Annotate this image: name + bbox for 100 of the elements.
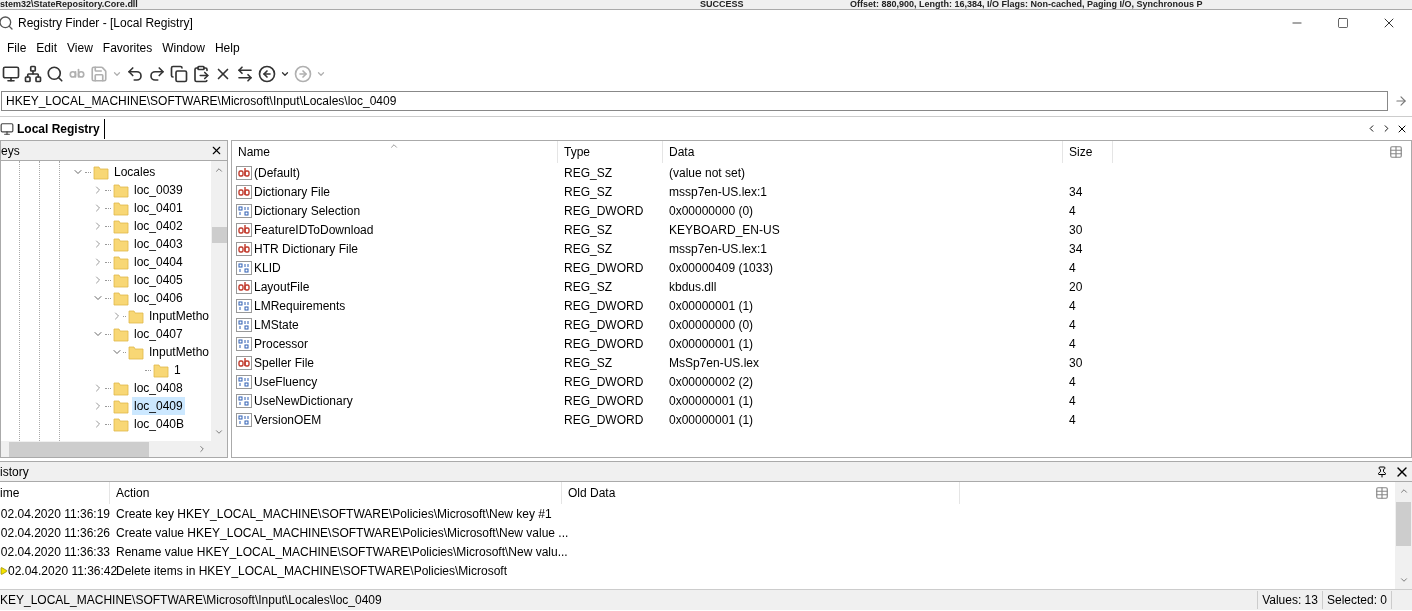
binary-value-icon <box>236 202 252 219</box>
column-header[interactable]: Data <box>663 141 1063 163</box>
column-header[interactable]: Type <box>558 141 663 163</box>
table-cell-text: 02.04.2020 11:36:33 <box>0 543 110 561</box>
table-cell-text: 02.04.2020 11:36:19 <box>0 505 110 523</box>
column-header[interactable]: Name <box>232 141 558 163</box>
menu-item[interactable]: File <box>2 39 32 57</box>
folder-icon <box>153 362 169 378</box>
dropdown-icon[interactable] <box>280 69 290 79</box>
table-cell-text: mssp7en-US.lex:1 <box>668 183 769 201</box>
computer-icon[interactable] <box>2 65 20 83</box>
tree-item[interactable]: loc_0406 <box>132 289 185 307</box>
tree-item[interactable]: loc_0408 <box>132 379 185 397</box>
scroll-thumb[interactable] <box>1396 502 1411 546</box>
copy-icon[interactable] <box>170 65 188 83</box>
table-cell-text: REG_DWORD <box>563 316 645 334</box>
tree-item[interactable]: loc_040B <box>132 415 187 433</box>
column-header[interactable]: Old Data <box>562 482 960 504</box>
tree-item[interactable]: loc_0403 <box>132 235 185 253</box>
table-cell-text: mssp7en-US.lex:1 <box>668 240 769 258</box>
back-icon[interactable] <box>258 65 276 83</box>
scroll-right-icon[interactable] <box>197 444 207 454</box>
go-icon[interactable] <box>1394 94 1408 108</box>
menu-item[interactable]: Help <box>209 39 245 57</box>
tree-item[interactable]: loc_0407 <box>132 325 185 343</box>
table-cell-text: REG_DWORD <box>563 259 645 277</box>
menu-item[interactable]: Favorites <box>97 39 158 57</box>
string-value-icon <box>236 354 252 371</box>
scroll-up-icon[interactable] <box>1398 486 1409 496</box>
columns-icon[interactable] <box>1375 486 1389 500</box>
value-name[interactable]: FeatureIDToDownload <box>254 220 374 239</box>
column-header[interactable]: Size <box>1063 141 1113 163</box>
table-cell-text: 4 <box>1068 335 1077 353</box>
value-name[interactable]: LMState <box>254 315 299 334</box>
menu-item[interactable]: Edit <box>31 39 63 57</box>
search-icon[interactable] <box>46 65 64 83</box>
binary-value-icon <box>236 335 252 352</box>
folder-icon <box>113 272 129 288</box>
scroll-up-icon[interactable] <box>214 165 224 175</box>
table-cell-text: 0x00000001 (1) <box>668 392 755 410</box>
value-name[interactable]: LayoutFile <box>254 277 310 296</box>
maximize-icon[interactable] <box>1337 17 1349 29</box>
close-icon[interactable] <box>210 144 223 157</box>
table-cell-text: kbdus.dll <box>668 278 718 296</box>
network-icon[interactable] <box>24 65 42 83</box>
tab[interactable]: Local Registry <box>0 118 105 139</box>
tree-item[interactable]: loc_0402 <box>132 217 185 235</box>
scroll-down-icon[interactable] <box>1398 575 1409 585</box>
table-cell-text: REG_DWORD <box>563 373 645 391</box>
scroll-down-icon[interactable] <box>214 427 224 437</box>
binary-value-icon <box>236 259 252 276</box>
table-cell-text: Create key HKEY_LOCAL_MACHINE\SOFTWARE\Policies\Microsoft\New key #1 <box>115 505 553 523</box>
tree-item[interactable]: Locales <box>112 163 158 181</box>
tree-item[interactable]: InputMetho <box>146 343 211 361</box>
value-name[interactable]: Dictionary Selection <box>254 201 361 220</box>
scrollbar[interactable] <box>211 161 227 441</box>
tree-item[interactable]: InputMetho <box>146 307 211 325</box>
table-cell-text: 30 <box>1068 221 1084 239</box>
scrollbar[interactable] <box>1395 482 1412 589</box>
paste-icon[interactable] <box>192 65 210 83</box>
value-name[interactable]: Processor <box>254 334 309 353</box>
value-name[interactable]: KLID <box>254 258 281 277</box>
tree-item[interactable]: loc_0409 <box>132 397 185 415</box>
pin-icon[interactable] <box>1376 465 1388 478</box>
tree-item[interactable]: 1 <box>172 361 183 379</box>
tree-item[interactable]: loc_0404 <box>132 253 185 271</box>
value-name[interactable]: UseFluency <box>254 372 318 391</box>
value-name[interactable]: UseNewDictionary <box>254 391 353 410</box>
scroll-thumb[interactable] <box>9 441 149 457</box>
scroll-thumb[interactable] <box>211 227 227 243</box>
tree-item[interactable]: loc_0405 <box>132 271 185 289</box>
background-window-text: Offset: 880,900, Length: 16,384, I/O Flags: Non-cached, Paging I/O, Synchronous P <box>850 0 1203 9</box>
value-name[interactable]: Speller File <box>254 353 315 372</box>
value-name[interactable]: LMRequirements <box>254 296 346 315</box>
table-cell-text: 0x00000409 (1033) <box>668 259 775 277</box>
scrollbar[interactable] <box>1 441 227 457</box>
menu-item[interactable]: Window <box>157 39 210 57</box>
menu-item[interactable]: View <box>62 39 98 57</box>
undo-icon[interactable] <box>126 65 144 83</box>
value-name[interactable]: HTR Dictionary File <box>254 239 358 258</box>
folder-icon <box>127 308 144 324</box>
column-header[interactable]: ime <box>0 482 110 504</box>
table-cell-text: REG_SZ <box>563 183 613 201</box>
folder-icon <box>113 290 129 306</box>
binary-value-icon <box>236 411 252 428</box>
redo-icon[interactable] <box>148 65 166 83</box>
value-name[interactable]: (Default) <box>254 163 300 182</box>
table-cell-text: 0x00000000 (0) <box>668 316 755 334</box>
tree-item[interactable]: loc_0401 <box>132 199 185 217</box>
address-field[interactable]: HKEY_LOCAL_MACHINE\SOFTWARE\Microsoft\Input\Locales\loc_0409 <box>1 91 1388 111</box>
table-cell-text: 0x00000001 (1) <box>668 297 755 315</box>
table-cell-text: REG_DWORD <box>563 392 645 410</box>
columns-icon[interactable] <box>1389 145 1403 159</box>
value-name[interactable]: Dictionary File <box>254 182 331 201</box>
column-header[interactable]: Action <box>110 482 562 504</box>
table-cell-text: 0x00000000 (0) <box>668 202 755 220</box>
status-values: Values: 13 <box>1257 591 1322 609</box>
table-cell-text: REG_SZ <box>563 278 613 296</box>
tree-item[interactable]: loc_0039 <box>132 181 185 199</box>
value-name[interactable]: VersionOEM <box>254 410 322 429</box>
